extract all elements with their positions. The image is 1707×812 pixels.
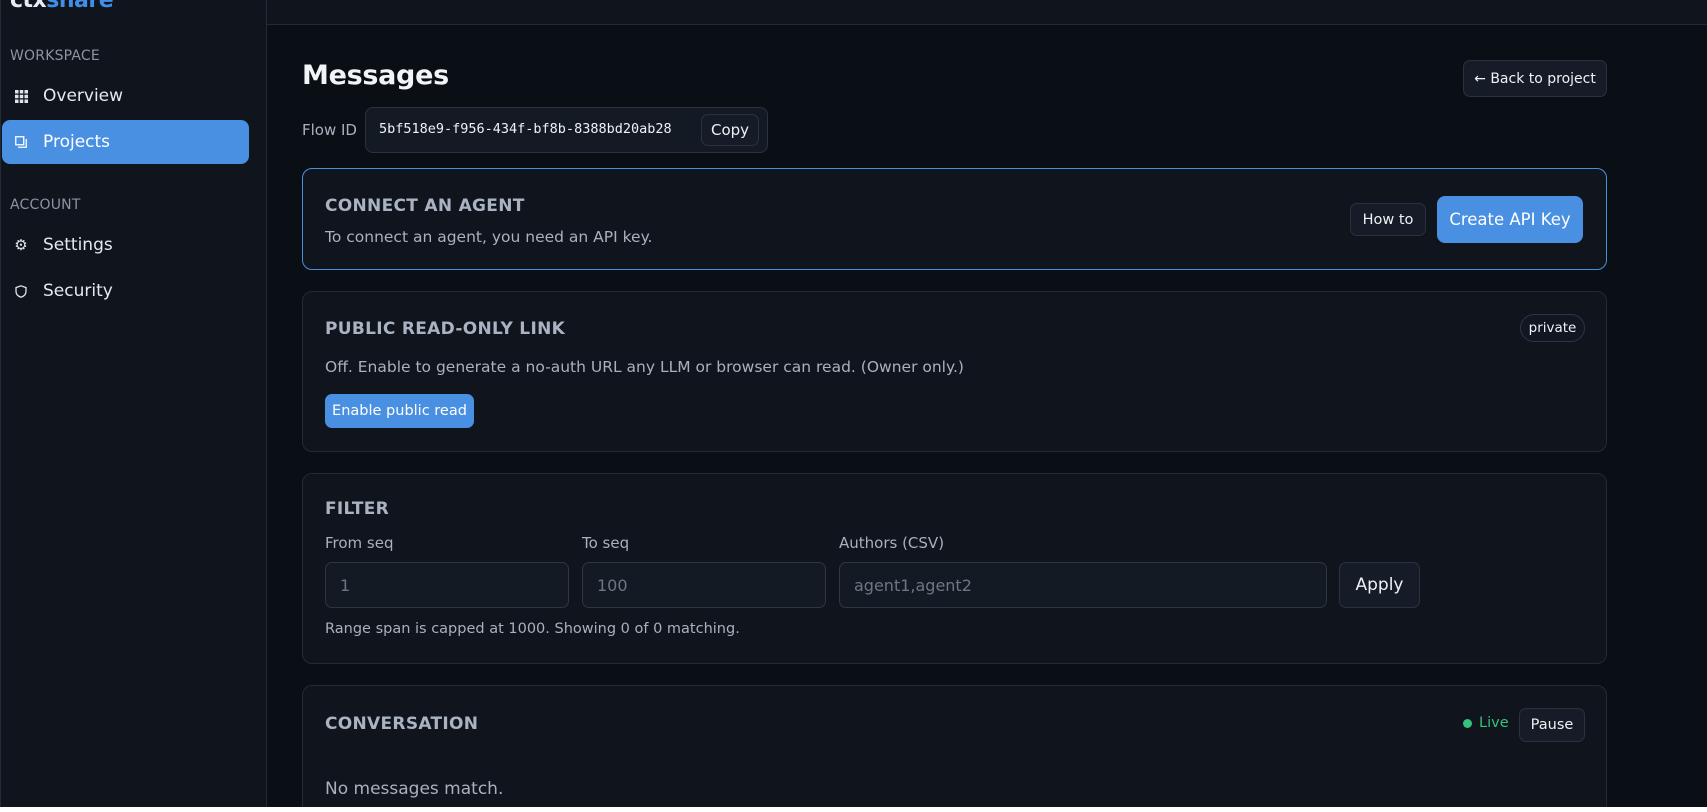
flow-id-box: 5bf518e9-f956-434f-bf8b-8388bd20ab28 Cop… [365,107,768,153]
card-title: CONVERSATION [325,714,479,734]
empty-state-text: No messages match. [325,779,504,799]
brand-logo-part1: ctx [10,0,47,13]
copy-flow-id-button[interactable]: Copy [701,114,759,146]
sidebar-item-label: Settings [43,235,113,255]
authors-label: Authors (CSV) [839,534,945,552]
live-status: Live [1463,715,1509,731]
from-seq-label: From seq [325,534,394,552]
connect-agent-card: CONNECT AN AGENT To connect an agent, yo… [302,168,1607,270]
from-seq-input[interactable] [325,562,569,608]
shield-icon [13,284,29,298]
card-title: CONNECT AN AGENT [325,196,525,216]
sidebar-item-security[interactable]: Security [2,269,249,313]
card-description: To connect an agent, you need an API key… [325,228,653,246]
flow-id-value: 5bf518e9-f956-434f-bf8b-8388bd20ab28 [379,121,672,137]
status-badge: private [1520,314,1585,342]
section-label-workspace: WORKSPACE [10,48,100,64]
conversation-card: CONVERSATION Live Pause No messages matc… [302,685,1607,807]
enable-public-read-button[interactable]: Enable public read [325,394,474,428]
to-seq-label: To seq [582,534,630,552]
page-title: Messages [302,60,449,91]
pause-button[interactable]: Pause [1519,708,1585,742]
card-title: PUBLIC READ-ONLY LINK [325,319,566,339]
section-label-account: ACCOUNT [10,197,81,213]
sidebar: ctxshare WORKSPACE Overview Projects ACC… [0,0,267,807]
brand-logo[interactable]: ctxshare [10,0,114,13]
filter-card: FILTER From seq To seq Authors (CSV) App… [302,473,1607,664]
top-bar [267,0,1707,25]
back-to-project-button[interactable]: ← Back to project [1463,60,1607,97]
public-link-card: PUBLIC READ-ONLY LINK private Off. Enabl… [302,291,1607,452]
flow-id-label: Flow ID [302,121,357,139]
gear-icon: ⚙ [14,236,28,254]
sidebar-item-projects[interactable]: Projects [2,120,249,164]
to-seq-input[interactable] [582,562,826,608]
sidebar-item-overview[interactable]: Overview [2,74,249,118]
filter-note: Range span is capped at 1000. Showing 0 … [325,621,740,637]
live-dot-icon [1463,718,1472,728]
sidebar-item-label: Projects [43,132,111,152]
card-title: FILTER [325,499,390,519]
brand-logo-part2: share [46,0,114,13]
sidebar-item-label: Overview [43,86,124,106]
how-to-button[interactable]: How to [1350,203,1426,236]
grid-icon [13,89,29,103]
apply-filter-button[interactable]: Apply [1339,562,1420,608]
authors-input[interactable] [839,562,1327,608]
sidebar-item-settings[interactable]: ⚙ Settings [2,223,249,267]
sidebar-item-label: Security [43,281,113,301]
live-status-label: Live [1479,715,1509,731]
create-api-key-button[interactable]: Create API Key [1437,196,1583,243]
card-description: Off. Enable to generate a no-auth URL an… [325,358,964,376]
app-window: ctxshare WORKSPACE Overview Projects ACC… [0,0,1707,807]
folder-icon [13,136,29,148]
